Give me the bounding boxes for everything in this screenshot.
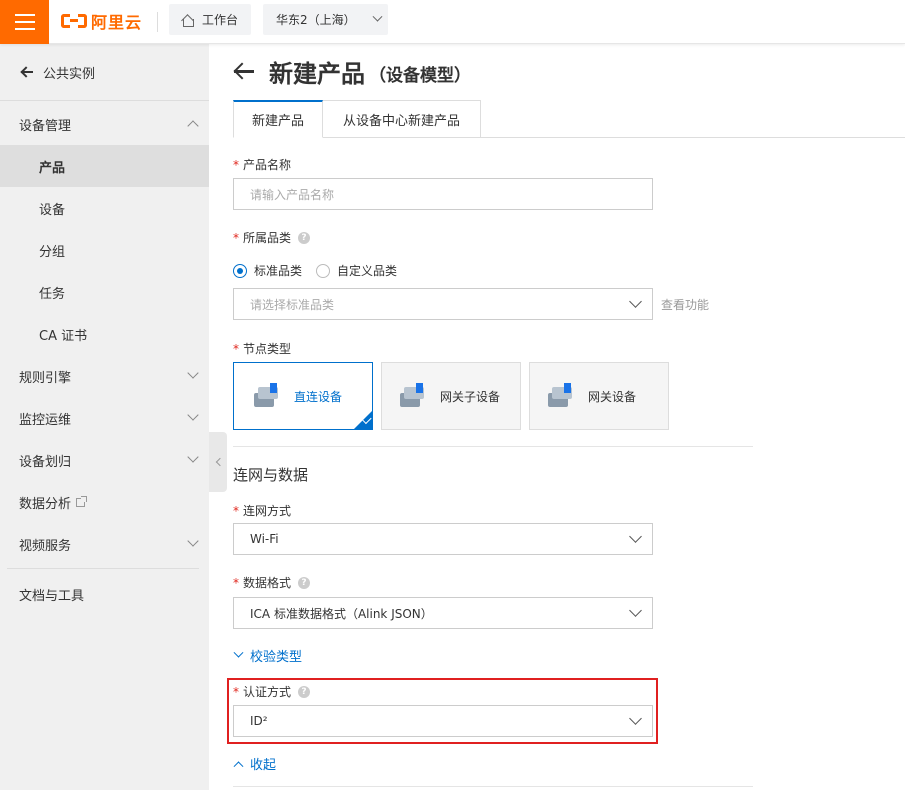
data-format-select[interactable]: ICA 标准数据格式（Alink JSON） <box>233 597 653 629</box>
sidebar-item-group[interactable]: 分组 <box>0 229 209 271</box>
radio-label: 自定义品类 <box>337 264 398 278</box>
product-name-label: * 产品名称 <box>233 157 292 173</box>
chevron-down-icon <box>187 367 199 379</box>
category-radio-group: 标准品类 自定义品类 <box>233 262 397 279</box>
standard-category-select[interactable]: 请选择标准品类 <box>233 288 653 320</box>
home-icon <box>181 14 194 27</box>
divider <box>157 12 158 32</box>
chevron-down-icon <box>187 409 199 421</box>
sidebar-item-label: 分组 <box>39 244 66 260</box>
chevron-up-icon <box>233 761 244 772</box>
chevron-down-icon <box>187 535 199 547</box>
product-name-input[interactable]: 请输入产品名称 <box>233 178 653 210</box>
top-bar: 阿里云 工作台 华东2（上海） <box>0 0 905 44</box>
page-header: 新建产品 （设备模型） <box>233 56 471 88</box>
chevron-down-icon <box>629 712 642 725</box>
sidebar-item-label: 视频服务 <box>19 538 72 554</box>
radio-standard-category[interactable] <box>233 263 247 278</box>
aliyun-logo-icon <box>61 14 87 28</box>
gateway-sub-device-icon <box>398 381 430 411</box>
arrow-left-icon <box>20 66 33 78</box>
sidebar-item-label: 产品 <box>39 160 66 176</box>
back-arrow-icon[interactable] <box>233 62 255 80</box>
region-selector[interactable]: 华东2（上海） <box>263 4 388 35</box>
section-divider <box>233 446 753 447</box>
chevron-down-icon <box>233 647 244 658</box>
sidebar-item-docs-tools[interactable]: 文档与工具 <box>0 573 209 615</box>
chevron-down-icon <box>629 295 642 308</box>
category-label: * 所属品类 ? <box>233 229 311 246</box>
tab-new-product[interactable]: 新建产品 <box>233 100 323 138</box>
sidebar-item-label: 设备 <box>39 202 66 218</box>
sidebar: 公共实例 设备管理 产品 设备 分组 任务 CA 证书 规则引擎 监控运维 设备… <box>0 44 209 790</box>
tab-bar: 新建产品 从设备中心新建产品 <box>233 100 905 138</box>
sidebar-item-label: 任务 <box>39 286 66 302</box>
checkmark-icon <box>353 410 373 430</box>
view-features-link[interactable]: 查看功能 <box>661 296 709 313</box>
radio-custom-category[interactable] <box>316 263 331 278</box>
sidebar-item-data-analysis[interactable]: 数据分析 <box>0 481 209 523</box>
data-format-label: * 数据格式 ? <box>233 574 311 591</box>
chevron-down-icon <box>372 11 383 22</box>
sidebar-item-video-service[interactable]: 视频服务 <box>0 523 209 565</box>
node-card-gateway-sub-device[interactable]: 网关子设备 <box>381 362 521 430</box>
workbench-button[interactable]: 工作台 <box>169 4 251 35</box>
sidebar-item-label: 规则引擎 <box>19 370 72 386</box>
page-subtitle: （设备模型） <box>369 65 471 86</box>
sidebar-item-label: 设备管理 <box>19 118 72 134</box>
sidebar-item-label: 监控运维 <box>19 412 72 428</box>
external-link-icon <box>76 495 88 507</box>
help-icon[interactable]: ? <box>298 685 311 698</box>
chevron-down-icon <box>187 451 199 463</box>
help-icon[interactable]: ? <box>298 231 311 244</box>
chevron-down-icon <box>629 604 642 617</box>
brand-name: 阿里云 <box>91 13 143 32</box>
section-title-network: 连网与数据 <box>233 466 309 484</box>
main-content: 新建产品 （设备模型） 新建产品 从设备中心新建产品 * 产品名称 请输入产品名称… <box>209 44 905 790</box>
auth-method-select[interactable]: ID² <box>233 705 653 737</box>
hamburger-menu-button[interactable] <box>0 0 49 44</box>
network-method-select[interactable]: Wi-Fi <box>233 523 653 555</box>
page-title: 新建产品 <box>269 59 365 88</box>
sidebar-back-link[interactable]: 公共实例 <box>0 44 209 101</box>
sidebar-item-device-assignment[interactable]: 设备划归 <box>0 439 209 481</box>
network-method-label: * 连网方式 <box>233 503 292 519</box>
hamburger-icon <box>14 14 35 30</box>
region-label: 华东2（上海） <box>276 13 356 27</box>
node-card-gateway-device[interactable]: 网关设备 <box>529 362 669 430</box>
auth-method-label: * 认证方式 ? <box>233 683 311 700</box>
sidebar-item-product[interactable]: 产品 <box>0 145 209 187</box>
sidebar-item-ca-cert[interactable]: CA 证书 <box>0 313 209 355</box>
help-icon[interactable]: ? <box>298 576 311 589</box>
chevron-down-icon <box>629 530 642 543</box>
sidebar-item-monitoring[interactable]: 监控运维 <box>0 397 209 439</box>
direct-device-icon <box>252 381 284 411</box>
sidebar-back-label: 公共实例 <box>43 66 96 82</box>
collapse-toggle[interactable]: 收起 <box>233 754 276 773</box>
tab-from-device-center[interactable]: 从设备中心新建产品 <box>323 100 481 138</box>
gateway-device-icon <box>546 381 578 411</box>
sidebar-item-device[interactable]: 设备 <box>0 187 209 229</box>
sidebar-item-label: 设备划归 <box>19 454 72 470</box>
sidebar-item-device-management[interactable]: 设备管理 <box>0 103 209 145</box>
node-type-label: * 节点类型 <box>233 341 292 357</box>
section-divider <box>233 786 753 787</box>
workbench-label: 工作台 <box>202 13 239 27</box>
verify-type-toggle[interactable]: 校验类型 <box>233 646 302 665</box>
chevron-up-icon <box>187 120 199 132</box>
sidebar-item-task[interactable]: 任务 <box>0 271 209 313</box>
sidebar-item-rule-engine[interactable]: 规则引擎 <box>0 355 209 397</box>
sidebar-item-label: CA 证书 <box>39 328 88 344</box>
aliyun-logo[interactable]: 阿里云 <box>61 10 142 32</box>
sidebar-divider <box>7 568 199 569</box>
sidebar-item-label: 数据分析 <box>19 496 72 512</box>
node-card-direct-device[interactable]: 直连设备 <box>233 362 373 430</box>
radio-label: 标准品类 <box>254 264 303 278</box>
sidebar-item-label: 文档与工具 <box>19 588 85 604</box>
